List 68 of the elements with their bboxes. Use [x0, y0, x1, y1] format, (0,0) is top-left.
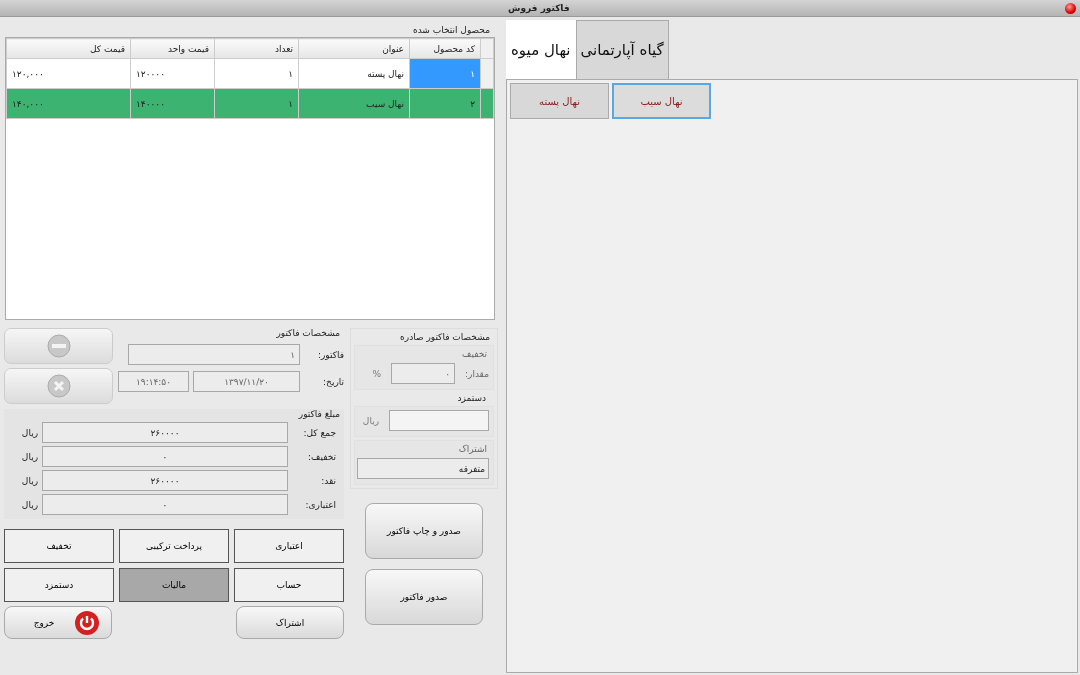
payment-option-button[interactable]: اعتباری [234, 529, 344, 563]
date-field[interactable]: ۱۳۹۷/۱۱/۲۰ [193, 371, 300, 392]
percent-label: % [372, 368, 381, 379]
field-label: نقد: [320, 475, 336, 486]
table-cell: ۱ [409, 58, 481, 89]
group-title: محصول انتخاب شده [411, 24, 491, 37]
field-label: تخفیف: [307, 451, 336, 462]
currency-label: ریال [20, 427, 38, 438]
currency-label: ریال [362, 415, 379, 426]
table-row[interactable]: ۲ نهال سیب ۱ ۱۴۰۰۰۰ ۱۴۰,۰۰۰ [6, 88, 494, 119]
invoice-number-field[interactable]: ۱ [128, 344, 300, 365]
tab[interactable]: گیاه آپارتمانی [575, 20, 669, 79]
currency-label: ریال [20, 451, 38, 462]
payment-option-button[interactable]: تخفیف [4, 529, 114, 563]
window-title: فاکتور فروش [508, 3, 570, 13]
share-button[interactable]: اشتراک [236, 606, 344, 639]
table-cell: ۱۲۰۰۰۰ [130, 58, 215, 89]
time-field[interactable]: ۱۹:۱۴:۵۰ [118, 371, 189, 392]
currency-label: ریال [20, 499, 38, 510]
exit-button[interactable]: خروج [4, 606, 112, 639]
table-cell: ۱۲۰,۰۰۰ [6, 58, 131, 89]
column-header[interactable]: قیمت کل [6, 38, 131, 59]
group-title: اشتراک [457, 444, 488, 454]
amount-field: ۲۶۰۰۰۰ [42, 470, 288, 491]
issue-invoice-button[interactable]: صدور و چاپ فاکتور [365, 503, 483, 559]
amount-field: ۲۶۰۰۰۰ [42, 422, 288, 443]
amount-field: ۰ [42, 494, 288, 515]
issue-invoice-button[interactable]: صدور فاکتور [365, 569, 483, 625]
minus-icon [46, 334, 71, 358]
tab[interactable]: نهال میوه [506, 20, 576, 79]
group-title: دستمزد [456, 393, 487, 403]
table-cell: ۱ [214, 88, 299, 119]
table-cell: ۱ [214, 58, 299, 89]
amount-field: ۰ [42, 446, 288, 467]
product-button[interactable]: نهال سیب [612, 83, 711, 119]
column-header[interactable]: عنوان [298, 38, 410, 59]
close-button[interactable] [1065, 2, 1076, 14]
table-cell: نهال پسته [298, 58, 410, 89]
group-title: مشخصات فاکتور صادره [399, 332, 491, 342]
field-label: فاکتور: [316, 349, 344, 360]
group-title: مشخصات فاکتور [275, 328, 341, 338]
column-header[interactable]: قیمت واحد [130, 38, 215, 59]
table-row[interactable]: ۱ نهال پسته ۱ ۱۲۰۰۰۰ ۱۲۰,۰۰۰ [6, 58, 494, 89]
column-header[interactable]: کد محصول [409, 38, 481, 59]
table-cell: نهال سیب [298, 88, 410, 119]
table-cell: ۲ [409, 88, 481, 119]
discount-field[interactable]: ۰ [391, 363, 455, 384]
group-title: تخفیف [461, 349, 488, 359]
field-label: جمع کل: [302, 427, 336, 438]
close-icon [46, 374, 71, 398]
currency-label: ریال [20, 475, 38, 486]
delete-button[interactable] [4, 368, 113, 404]
payment-option-button[interactable]: پرداخت ترکیبی [119, 529, 229, 563]
column-header[interactable]: تعداد [214, 38, 299, 59]
group-title: مبلغ فاکتور [297, 409, 341, 419]
remove-button[interactable] [4, 328, 113, 364]
field-label: مقدار: [465, 368, 489, 379]
table-cell: ۱۴۰۰۰۰ [130, 88, 215, 119]
payment-option-button[interactable]: مالیات [119, 568, 229, 602]
wage-field[interactable] [389, 410, 489, 431]
payment-option-button[interactable]: حساب [234, 568, 344, 602]
payment-option-button[interactable]: دستمزد [4, 568, 114, 602]
share-field[interactable]: متفرقه [357, 458, 489, 479]
field-label: اعتباری: [304, 499, 336, 510]
field-label: تاریخ: [322, 376, 344, 387]
product-button[interactable]: نهال پسته [510, 83, 609, 119]
table-cell: ۱۴۰,۰۰۰ [6, 88, 131, 119]
power-icon [74, 609, 101, 636]
